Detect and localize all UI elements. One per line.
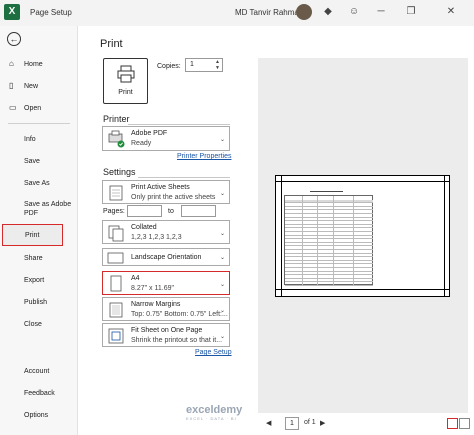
sidebar-item-save-as-adobe-pdf[interactable]: Save as Adobe PDF: [0, 196, 78, 222]
print-what-dropdown[interactable]: Print Active Sheets Only print the activ…: [102, 180, 230, 204]
user-name[interactable]: MD Tanvir Rahman: [235, 8, 303, 17]
copies-label: Copies:: [157, 63, 181, 70]
minimize-icon[interactable]: ─: [375, 6, 387, 18]
pages-to-input[interactable]: [181, 205, 216, 217]
print-button[interactable]: Print: [103, 58, 148, 104]
paper-size-dropdown[interactable]: A4 8.27" x 11.69" ⌄: [102, 271, 230, 295]
sheet-icon: [109, 185, 123, 201]
margin-line-top[interactable]: [275, 181, 450, 182]
show-margins-icon[interactable]: [447, 418, 458, 429]
margins-dropdown[interactable]: Narrow Margins Top: 0.75" Bottom: 0.75" …: [102, 297, 230, 321]
landscape-icon: [107, 252, 124, 264]
sidebar-item-publish[interactable]: Publish: [0, 293, 78, 311]
chevron-down-icon: ⌄: [219, 137, 225, 143]
sidebar-item-open[interactable]: ▭ Open: [0, 99, 78, 117]
page-count: of 1: [304, 419, 316, 426]
pages-to-label: to: [168, 208, 174, 215]
watermark-logo: exceldemy EXCEL · DATA · BI: [186, 404, 243, 421]
feedback-icon[interactable]: ☺: [348, 6, 360, 18]
preview-table-title: ▬▬▬▬▬▬▬▬▬▬▬: [310, 189, 343, 193]
printer-dropdown[interactable]: Adobe PDF Ready ⌄: [102, 126, 230, 151]
sidebar-item-new[interactable]: ▯ New: [0, 77, 78, 95]
avatar[interactable]: [296, 4, 312, 20]
new-icon: ▯: [9, 81, 14, 90]
page-setup-link[interactable]: Page Setup: [195, 349, 232, 356]
margin-line-right[interactable]: [444, 175, 445, 297]
paper-icon: [110, 275, 122, 292]
printer-heading: Printer: [103, 114, 130, 124]
collated-icon: [108, 225, 124, 242]
settings-heading: Settings: [103, 167, 136, 177]
chevron-down-icon: ⌄: [219, 255, 225, 261]
collated-dropdown[interactable]: Collated 1,2,3 1,2,3 1,2,3 ⌄: [102, 220, 230, 244]
home-icon: ⌂: [9, 59, 14, 68]
sidebar-item-export[interactable]: Export: [0, 271, 78, 289]
sidebar-item-options[interactable]: Options: [0, 406, 78, 424]
sidebar-item-account[interactable]: Account: [0, 362, 78, 380]
sidebar-item-save[interactable]: Save: [0, 152, 78, 170]
scaling-dropdown[interactable]: Fit Sheet on One Page Shrink the printou…: [102, 323, 230, 347]
sidebar-item-info[interactable]: Info: [0, 130, 78, 148]
section-divider: [128, 124, 230, 125]
prev-page-button[interactable]: ◀: [266, 419, 271, 427]
pages-from-input[interactable]: [127, 205, 162, 217]
diamond-icon[interactable]: ◆: [322, 6, 334, 18]
chevron-down-icon: ⌄: [219, 191, 225, 197]
copies-spinner[interactable]: ▲ ▼: [215, 59, 220, 71]
preview-table-row: [285, 282, 373, 286]
page-title: Print: [100, 38, 123, 50]
pages-label: Pages:: [103, 208, 125, 215]
chevron-down-icon: ⌄: [219, 334, 225, 340]
chevron-down-icon: ⌄: [219, 231, 225, 237]
margin-line-left[interactable]: [281, 175, 282, 297]
orientation-dropdown[interactable]: Landscape Orientation ⌄: [102, 248, 230, 266]
title-bar: X Page Setup MD Tanvir Rahman ◆ ☺ ─ ❐ ✕: [0, 0, 474, 26]
sidebar-item-feedback[interactable]: Feedback: [0, 384, 78, 402]
sidebar-item-print[interactable]: Print: [2, 224, 63, 246]
excel-app-icon: X: [4, 4, 20, 20]
chevron-down-icon: ⌄: [219, 282, 225, 288]
printer-icon: [108, 130, 125, 148]
window-title: Page Setup: [30, 8, 72, 17]
sidebar-item-share[interactable]: Share: [0, 249, 78, 267]
chevron-down-icon: ⌄: [219, 308, 225, 314]
printer-icon: [117, 65, 135, 83]
back-arrow-icon[interactable]: ←: [7, 32, 21, 46]
page-number-input[interactable]: 1: [285, 417, 299, 430]
sidebar-item-save-as[interactable]: Save As: [0, 174, 78, 192]
close-icon[interactable]: ✕: [445, 6, 457, 18]
next-page-button[interactable]: ▶: [320, 419, 325, 427]
section-divider: [138, 177, 230, 178]
zoom-to-page-icon[interactable]: [459, 418, 470, 429]
fit-page-icon: [108, 328, 124, 344]
sidebar-divider: [8, 123, 70, 124]
open-folder-icon: ▭: [9, 103, 17, 112]
margins-icon: [109, 302, 123, 318]
copies-input[interactable]: 1 ▲ ▼: [185, 58, 223, 72]
preview-table: [284, 195, 373, 286]
sidebar-item-home[interactable]: ⌂ Home: [0, 55, 78, 73]
sidebar-item-close[interactable]: Close: [0, 315, 78, 333]
margin-line-bottom[interactable]: [275, 289, 450, 290]
backstage-sidebar: ← ⌂ Home ▯ New ▭ Open Info Save Save As …: [0, 26, 78, 435]
restore-icon[interactable]: ❐: [405, 6, 417, 18]
printer-properties-link[interactable]: Printer Properties: [177, 153, 231, 160]
